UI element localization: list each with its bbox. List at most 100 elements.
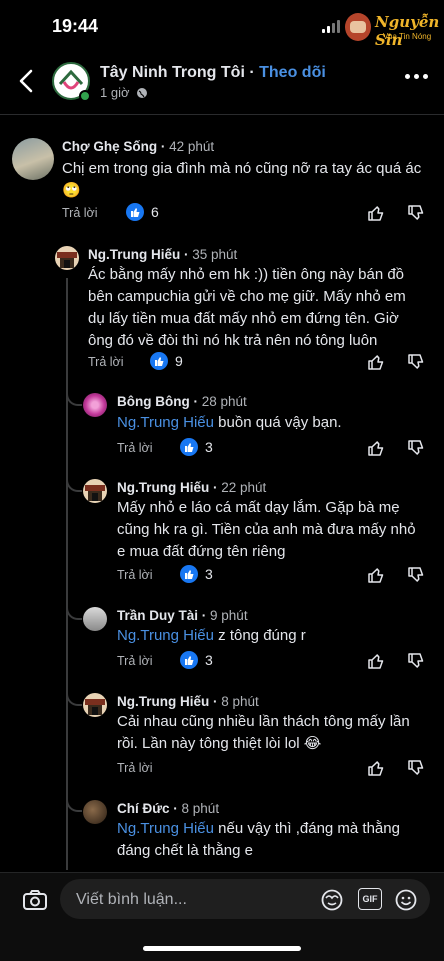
watermark-face-icon bbox=[345, 13, 371, 41]
comment-time: 35 phút bbox=[192, 247, 238, 262]
thread-connector bbox=[66, 590, 82, 620]
comment-time: 42 phút bbox=[169, 139, 215, 154]
like-count: 3 bbox=[180, 565, 213, 583]
watermark-logo: Nguyễn Sin Vua Tin Nóng bbox=[345, 11, 440, 49]
comment-text: Mấy nhỏ e láo cá mất dạy lắm. Gặp bà mẹ … bbox=[117, 499, 416, 560]
like-number: 3 bbox=[205, 566, 213, 582]
avatar[interactable] bbox=[12, 138, 54, 180]
dislike-icon[interactable] bbox=[407, 759, 425, 777]
comment-author[interactable]: Ng.Trung Hiếu · 8 phút bbox=[117, 694, 259, 709]
dislike-icon[interactable] bbox=[407, 566, 425, 584]
comment-text: Chị em trong gia đình mà nó cũng nỡ ra t… bbox=[62, 160, 422, 199]
avatar[interactable] bbox=[83, 800, 107, 824]
like-icon bbox=[126, 203, 144, 221]
comment-actions bbox=[367, 439, 425, 457]
like-count: 3 bbox=[180, 651, 213, 669]
comment-author[interactable]: Ng.Trung Hiếu · 35 phút bbox=[88, 247, 237, 262]
camera-icon[interactable] bbox=[22, 889, 48, 911]
gif-icon[interactable]: GIF bbox=[358, 888, 382, 910]
home-indicator[interactable] bbox=[143, 946, 301, 951]
comment-author[interactable]: Chợ Ghẹ Sống · 42 phút bbox=[62, 139, 214, 154]
like-icon[interactable] bbox=[367, 759, 385, 777]
avatar[interactable] bbox=[83, 607, 107, 631]
watermark-subtitle: Vua Tin Nóng bbox=[383, 32, 432, 41]
post-meta: 1 giờ bbox=[100, 85, 148, 100]
thread-connector bbox=[66, 462, 82, 492]
comment-text: Ng.Trung Hiếu buồn quá vậy bạn. bbox=[117, 414, 342, 431]
reply-button[interactable]: Trả lời bbox=[62, 206, 98, 220]
comment-text: Ác bằng mấy nhỏ em hk :)) tiền ông này b… bbox=[88, 266, 406, 349]
avatar[interactable] bbox=[83, 393, 107, 417]
avatar-house-icon bbox=[57, 252, 77, 268]
comment-time: 28 phút bbox=[201, 394, 247, 409]
follow-button[interactable]: Theo dõi bbox=[259, 64, 326, 81]
avatar-house-icon bbox=[85, 699, 105, 715]
header-divider bbox=[0, 114, 444, 115]
like-number: 3 bbox=[205, 652, 213, 668]
comment-input-box: GIF bbox=[60, 879, 430, 921]
dislike-icon[interactable] bbox=[407, 353, 425, 371]
avatar[interactable] bbox=[83, 693, 107, 717]
comment-actions bbox=[367, 652, 425, 670]
like-icon[interactable] bbox=[367, 204, 385, 222]
like-icon bbox=[150, 352, 168, 370]
avatar[interactable] bbox=[55, 246, 79, 270]
comment-time: 22 phút bbox=[221, 480, 267, 495]
comment-time: 8 phút bbox=[221, 694, 259, 709]
reply-button[interactable]: Trả lời bbox=[117, 568, 153, 582]
page-title: Tây Ninh Trong Tôi · Theo dõi bbox=[100, 64, 326, 82]
dislike-icon[interactable] bbox=[407, 439, 425, 457]
comment-author[interactable]: Bông Bông · 28 phút bbox=[117, 394, 247, 409]
globe-icon bbox=[136, 87, 147, 98]
status-bar: 19:44 Nguyễn Sin Vua Tin Nóng bbox=[0, 0, 444, 52]
comment-actions bbox=[367, 353, 425, 371]
title-separator: · bbox=[249, 64, 255, 81]
thread-connector bbox=[66, 676, 82, 706]
comment-author[interactable]: Chí Đức · 8 phút bbox=[117, 801, 219, 816]
comment-text: Ng.Trung Hiếu nếu vậy thì ,đáng mà thằng… bbox=[117, 820, 400, 859]
dislike-icon[interactable] bbox=[407, 204, 425, 222]
comment-actions bbox=[367, 759, 425, 777]
avatar[interactable] bbox=[83, 479, 107, 503]
like-icon[interactable] bbox=[367, 353, 385, 371]
post-header: Tây Ninh Trong Tôi · Theo dõi 1 giờ bbox=[0, 52, 444, 112]
thread-connector bbox=[66, 378, 82, 406]
watermark-title: Nguyễn Sin bbox=[375, 13, 440, 49]
reply-button[interactable]: Trả lời bbox=[117, 761, 153, 775]
comment-author[interactable]: Trần Duy Tài · 9 phút bbox=[117, 608, 248, 623]
mention-link[interactable]: Ng.Trung Hiếu bbox=[117, 627, 214, 644]
like-count: 6 bbox=[126, 203, 159, 221]
like-icon[interactable] bbox=[367, 439, 385, 457]
reply-button[interactable]: Trả lời bbox=[88, 355, 124, 369]
comment-actions bbox=[367, 204, 425, 222]
comment-time: 8 phút bbox=[181, 801, 220, 816]
more-icon[interactable] bbox=[405, 74, 428, 79]
like-icon bbox=[180, 565, 198, 583]
like-icon[interactable] bbox=[367, 652, 385, 670]
mention-link[interactable]: Ng.Trung Hiếu bbox=[117, 414, 214, 431]
comment-input[interactable] bbox=[74, 879, 298, 921]
reply-button[interactable]: Trả lời bbox=[117, 654, 153, 668]
dislike-icon[interactable] bbox=[407, 652, 425, 670]
like-icon bbox=[180, 438, 198, 456]
comment-author[interactable]: Ng.Trung Hiếu · 22 phút bbox=[117, 480, 266, 495]
avatar-sticker-icon[interactable] bbox=[320, 888, 344, 912]
thread-connector bbox=[66, 782, 82, 812]
reply-button[interactable]: Trả lời bbox=[117, 441, 153, 455]
post-time: 1 giờ bbox=[100, 85, 130, 100]
avatar-house-icon bbox=[85, 485, 105, 501]
status-time: 19:44 bbox=[52, 16, 99, 36]
comment-actions bbox=[367, 566, 425, 584]
signal-icon bbox=[322, 20, 340, 33]
page-name[interactable]: Tây Ninh Trong Tôi bbox=[100, 64, 245, 81]
like-icon bbox=[180, 651, 198, 669]
comment-time: 9 phút bbox=[210, 608, 248, 623]
comment-text: Cải nhau cũng nhiều lần thách tông mấy l… bbox=[117, 713, 410, 752]
like-count: 9 bbox=[150, 352, 183, 370]
like-count: 3 bbox=[180, 438, 213, 456]
like-number: 6 bbox=[151, 204, 159, 220]
chevron-left-icon[interactable] bbox=[14, 66, 40, 96]
like-icon[interactable] bbox=[367, 566, 385, 584]
emoji-icon[interactable] bbox=[394, 888, 418, 912]
mention-link[interactable]: Ng.Trung Hiếu bbox=[117, 820, 214, 837]
